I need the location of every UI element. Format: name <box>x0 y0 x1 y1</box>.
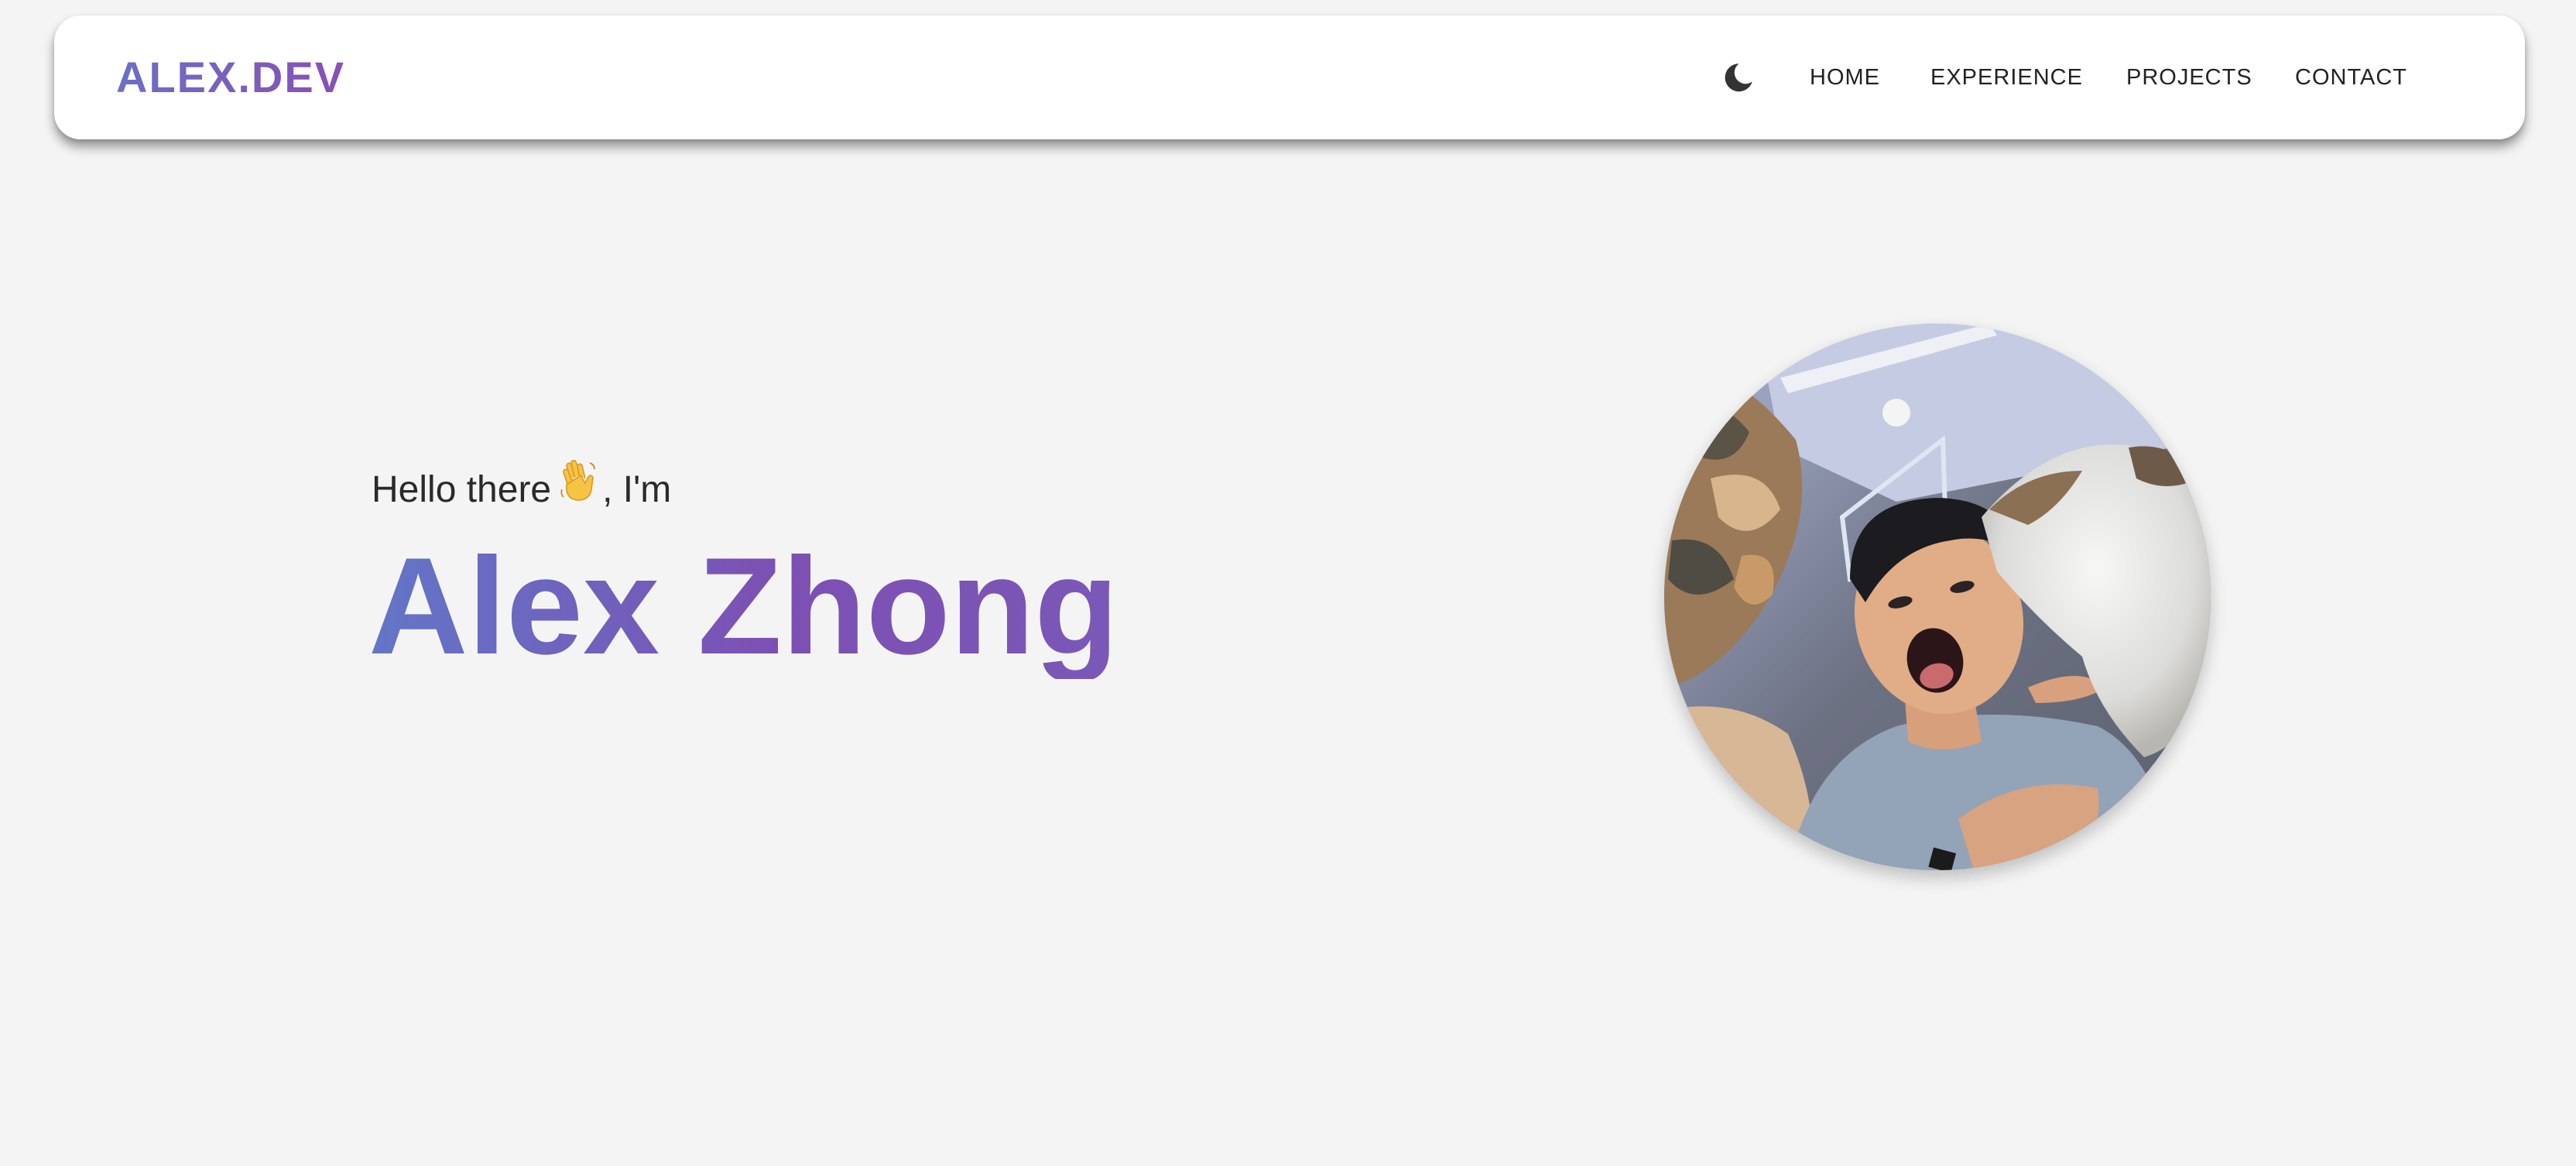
greeting-suffix: , I'm <box>602 469 672 510</box>
nav-link-home[interactable]: HOME <box>1810 15 1880 139</box>
greeting-prefix: Hello there <box>372 469 552 510</box>
navbar: ALEX.DEV HOME EXPERIENCE PROJECTS CONTAC… <box>54 15 2525 139</box>
waving-hand-icon <box>559 458 599 505</box>
nav-link-experience[interactable]: EXPERIENCE <box>1930 15 2083 139</box>
moon-icon[interactable] <box>1720 59 1757 96</box>
nav-link-contact[interactable]: CONTACT <box>2295 15 2407 139</box>
nav-link-projects[interactable]: PROJECTS <box>2126 15 2252 139</box>
hero-greeting: Hello there , I'm <box>372 458 671 511</box>
hero-name: Alex Zhong <box>368 529 1119 683</box>
brand-logo[interactable]: ALEX.DEV <box>116 15 345 139</box>
profile-photo <box>1664 324 2211 870</box>
